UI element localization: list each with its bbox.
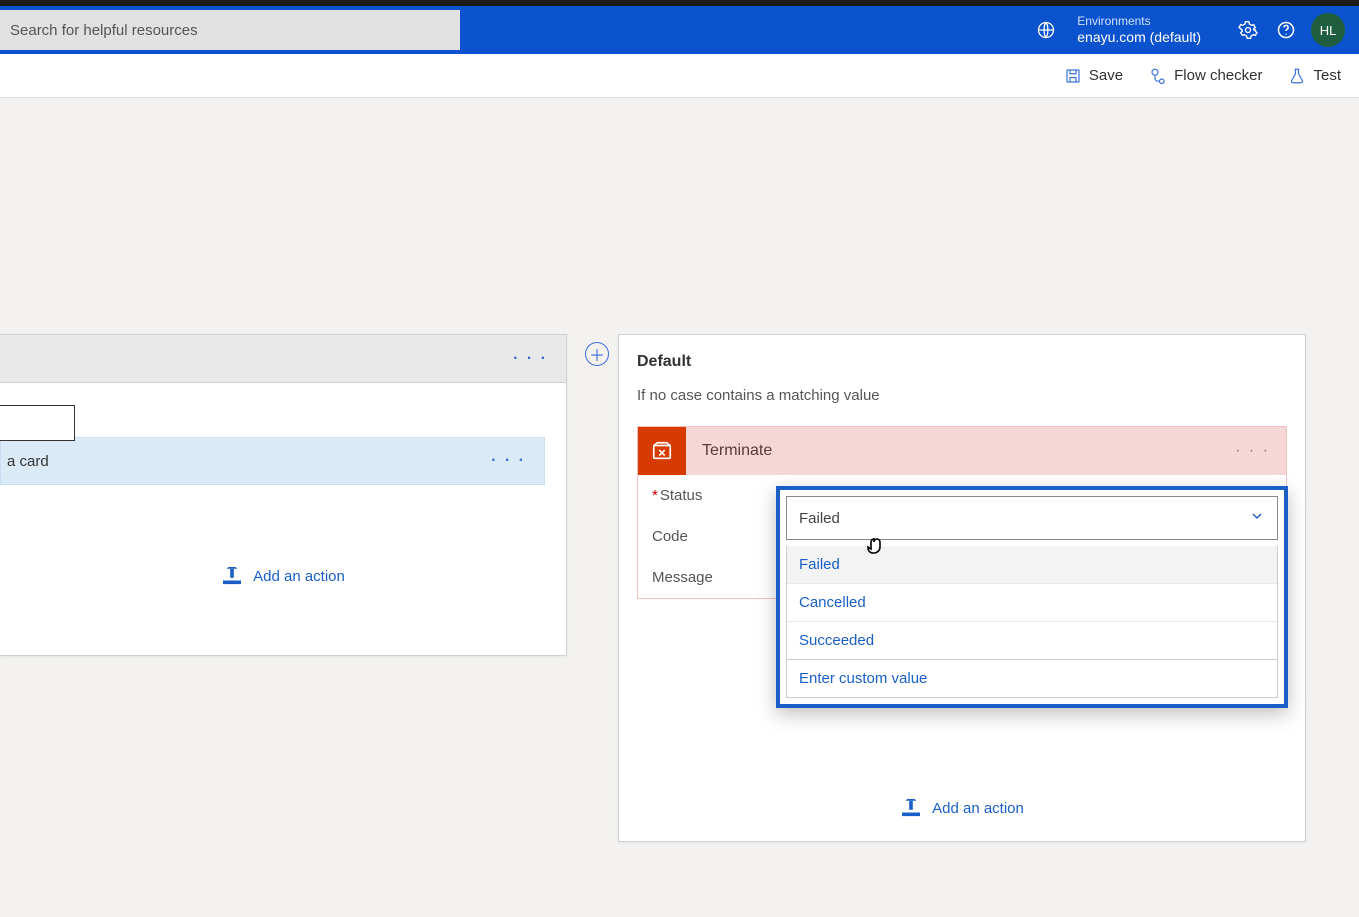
insert-icon: [900, 799, 922, 817]
required-marker: *: [652, 487, 658, 504]
add-branch-button[interactable]: ＋: [585, 342, 609, 366]
add-action-label: Add an action: [932, 800, 1024, 817]
insert-icon: [221, 567, 243, 585]
environment-label: Environments: [1077, 15, 1201, 29]
case-action-fragment: a card: [7, 453, 49, 470]
flow-checker-button[interactable]: Flow checker: [1149, 67, 1262, 85]
message-field-label: Message: [652, 569, 713, 586]
search-input[interactable]: [0, 10, 460, 50]
avatar-initials: HL: [1320, 23, 1337, 38]
flow-canvas[interactable]: · · · a card · · · Add an action ＋ Defau…: [0, 98, 1359, 917]
status-dropdown: Failed Failed Cancelled Succeeded Enter …: [776, 486, 1288, 708]
status-option-cancelled[interactable]: Cancelled: [787, 583, 1277, 621]
status-selected-value: Failed: [799, 510, 840, 527]
status-dropdown-options: Failed Cancelled Succeeded Enter custom …: [786, 546, 1278, 698]
status-field-label: Status: [660, 487, 703, 504]
save-label: Save: [1089, 67, 1123, 84]
default-description: If no case contains a matching value: [619, 377, 1305, 426]
environment-selector[interactable]: Environments enayu.com (default): [1077, 15, 1201, 45]
terminate-icon: [638, 427, 686, 475]
add-action-label: Add an action: [253, 568, 345, 585]
case-card-menu-icon[interactable]: · · ·: [513, 350, 548, 368]
status-option-custom[interactable]: Enter custom value: [787, 659, 1277, 697]
case-card-header: · · ·: [0, 335, 566, 383]
case-action-menu-icon[interactable]: · · ·: [491, 452, 526, 470]
terminate-label: Terminate: [686, 442, 1235, 460]
status-dropdown-selected[interactable]: Failed: [786, 496, 1278, 540]
help-icon[interactable]: [1267, 20, 1305, 40]
case-action-row[interactable]: a card · · ·: [0, 437, 545, 485]
case-value-input[interactable]: [0, 405, 75, 441]
avatar[interactable]: HL: [1311, 13, 1345, 47]
action-toolbar: Save Flow checker Test: [0, 54, 1359, 98]
environment-name: enayu.com (default): [1077, 29, 1201, 45]
save-button[interactable]: Save: [1064, 67, 1123, 85]
app-header: Environments enayu.com (default) HL: [0, 6, 1359, 54]
chevron-down-icon: [1249, 508, 1265, 528]
case-card: · · · a card · · · Add an action: [0, 334, 567, 656]
environment-icon[interactable]: [1027, 20, 1065, 40]
default-title: Default: [619, 335, 1305, 377]
test-label: Test: [1313, 67, 1341, 84]
status-option-succeeded[interactable]: Succeeded: [787, 621, 1277, 659]
settings-icon[interactable]: [1229, 20, 1267, 40]
terminate-header[interactable]: Terminate · · ·: [638, 427, 1286, 475]
test-button[interactable]: Test: [1288, 67, 1341, 85]
code-field-label: Code: [652, 528, 688, 545]
status-option-failed[interactable]: Failed: [787, 546, 1277, 583]
terminate-menu-icon[interactable]: · · ·: [1235, 442, 1286, 460]
flow-checker-label: Flow checker: [1174, 67, 1262, 84]
add-action-button-left[interactable]: Add an action: [0, 567, 566, 585]
